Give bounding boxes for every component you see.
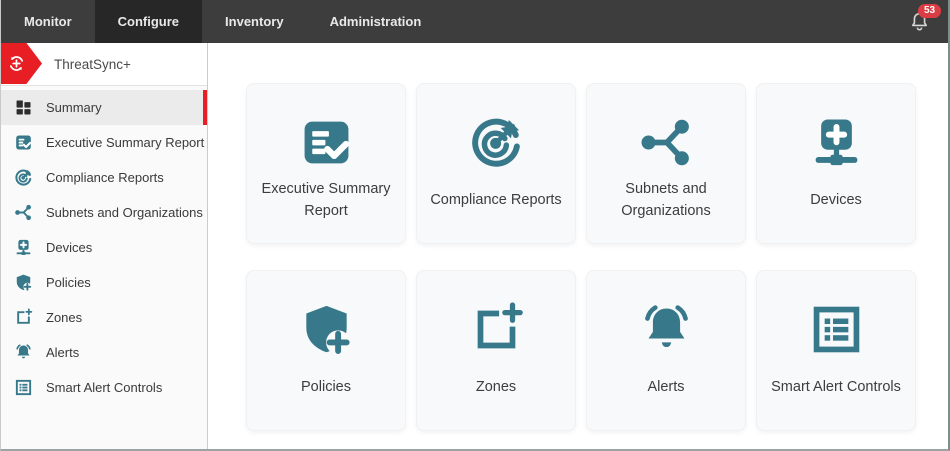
card-policies[interactable]: Policies xyxy=(246,270,406,431)
device-add-icon xyxy=(14,238,33,257)
sidebar-item-label: Summary xyxy=(46,100,102,115)
sidebar-item-label: Smart Alert Controls xyxy=(46,380,162,395)
nav-tab-monitor[interactable]: Monitor xyxy=(1,0,95,43)
card-label: Policies xyxy=(293,359,359,430)
network-share-icon xyxy=(638,112,695,172)
sidebar-menu: Summary Executive Summary Report Complia… xyxy=(1,86,207,405)
nav-right-area: 53 xyxy=(904,0,948,43)
card-label: Smart Alert Controls xyxy=(763,359,909,430)
sidebar-item-label: Compliance Reports xyxy=(46,170,164,185)
threatsync-configure-page: Monitor Configure Inventory Administrati… xyxy=(0,0,950,451)
zone-add-icon xyxy=(468,299,525,359)
sidebar-item-label: Policies xyxy=(46,275,91,290)
shield-add-icon xyxy=(14,273,33,292)
network-share-icon xyxy=(14,203,33,222)
top-nav: Monitor Configure Inventory Administrati… xyxy=(1,0,948,43)
body-row: ThreatSync+ Summary Executive Summary Re… xyxy=(1,43,948,449)
sidebar-item-devices[interactable]: Devices xyxy=(1,230,207,265)
sidebar-item-label: Zones xyxy=(46,310,82,325)
main-content: Executive Summary Report Compliance Repo… xyxy=(208,43,948,449)
sidebar-item-zones[interactable]: Zones xyxy=(1,300,207,335)
card-alerts[interactable]: Alerts xyxy=(586,270,746,431)
card-label: Executive Summary Report xyxy=(247,172,405,243)
nav-tab-configure[interactable]: Configure xyxy=(95,0,202,43)
card-subnets-and-organizations[interactable]: Subnets and Organizations xyxy=(586,83,746,244)
nav-tab-inventory[interactable]: Inventory xyxy=(202,0,307,43)
list-table-icon xyxy=(808,299,865,359)
sidebar-item-label: Subnets and Organizations xyxy=(46,205,203,220)
sidebar-item-compliance-reports[interactable]: Compliance Reports xyxy=(1,160,207,195)
threatsync-sync-plus-icon xyxy=(5,52,28,75)
sidebar-item-policies[interactable]: Policies xyxy=(1,265,207,300)
threatsync-logo xyxy=(1,43,42,84)
shield-add-icon xyxy=(298,299,355,359)
notification-count-badge: 53 xyxy=(918,4,941,18)
notifications-button[interactable]: 53 xyxy=(904,7,934,37)
card-devices[interactable]: Devices xyxy=(756,83,916,244)
sidebar-item-smart-alert-controls[interactable]: Smart Alert Controls xyxy=(1,370,207,405)
sidebar-item-summary[interactable]: Summary xyxy=(1,90,207,125)
nav-tab-administration[interactable]: Administration xyxy=(307,0,445,43)
card-label: Zones xyxy=(468,359,524,430)
document-check-icon xyxy=(298,112,355,172)
card-label: Alerts xyxy=(639,359,692,430)
card-grid: Executive Summary Report Compliance Repo… xyxy=(246,83,948,431)
list-table-icon xyxy=(14,378,33,397)
document-check-icon xyxy=(14,133,33,152)
target-dart-icon xyxy=(14,168,33,187)
sidebar-item-label: Executive Summary Report xyxy=(46,135,204,150)
sidebar-item-label: Alerts xyxy=(46,345,79,360)
summary-grid-icon xyxy=(14,98,33,117)
card-smart-alert-controls[interactable]: Smart Alert Controls xyxy=(756,270,916,431)
bell-solid-icon xyxy=(638,299,695,359)
sidebar-item-executive-summary-report[interactable]: Executive Summary Report xyxy=(1,125,207,160)
device-add-icon xyxy=(808,112,865,172)
bell-solid-icon xyxy=(14,343,33,362)
target-dart-icon xyxy=(468,112,525,172)
zone-add-icon xyxy=(14,308,33,327)
sidebar-item-alerts[interactable]: Alerts xyxy=(1,335,207,370)
sidebar-item-subnets-and-organizations[interactable]: Subnets and Organizations xyxy=(1,195,207,230)
card-label: Compliance Reports xyxy=(422,172,569,243)
card-label: Devices xyxy=(802,172,870,243)
card-executive-summary-report[interactable]: Executive Summary Report xyxy=(246,83,406,244)
sidebar-item-label: Devices xyxy=(46,240,92,255)
brand-name: ThreatSync+ xyxy=(54,57,131,72)
sidebar-header: ThreatSync+ xyxy=(1,43,207,86)
sidebar: ThreatSync+ Summary Executive Summary Re… xyxy=(1,43,208,449)
card-label: Subnets and Organizations xyxy=(587,172,745,243)
card-zones[interactable]: Zones xyxy=(416,270,576,431)
card-compliance-reports[interactable]: Compliance Reports xyxy=(416,83,576,244)
